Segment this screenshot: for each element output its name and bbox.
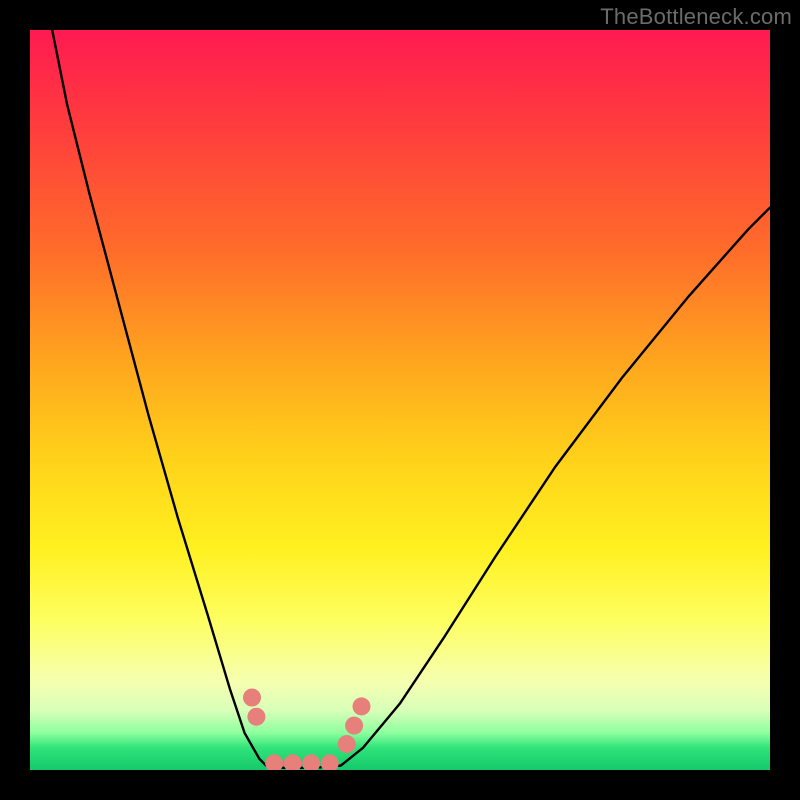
bottleneck-curve: [52, 30, 770, 768]
marker-floor-d: [321, 754, 339, 770]
marker-left-cluster-b: [243, 689, 261, 707]
marker-right-cluster-a: [338, 735, 356, 753]
marker-floor-c: [302, 754, 320, 770]
curve-layer: [30, 30, 770, 770]
plot-area: [30, 30, 770, 770]
watermark-text: TheBottleneck.com: [600, 4, 792, 30]
marker-left-cluster-a: [247, 708, 265, 726]
marker-floor-a: [265, 754, 283, 770]
marker-right-cluster-c: [353, 697, 371, 715]
outer-frame: TheBottleneck.com: [0, 0, 800, 800]
marker-floor-b: [284, 754, 302, 770]
marker-right-cluster-b: [345, 717, 363, 735]
